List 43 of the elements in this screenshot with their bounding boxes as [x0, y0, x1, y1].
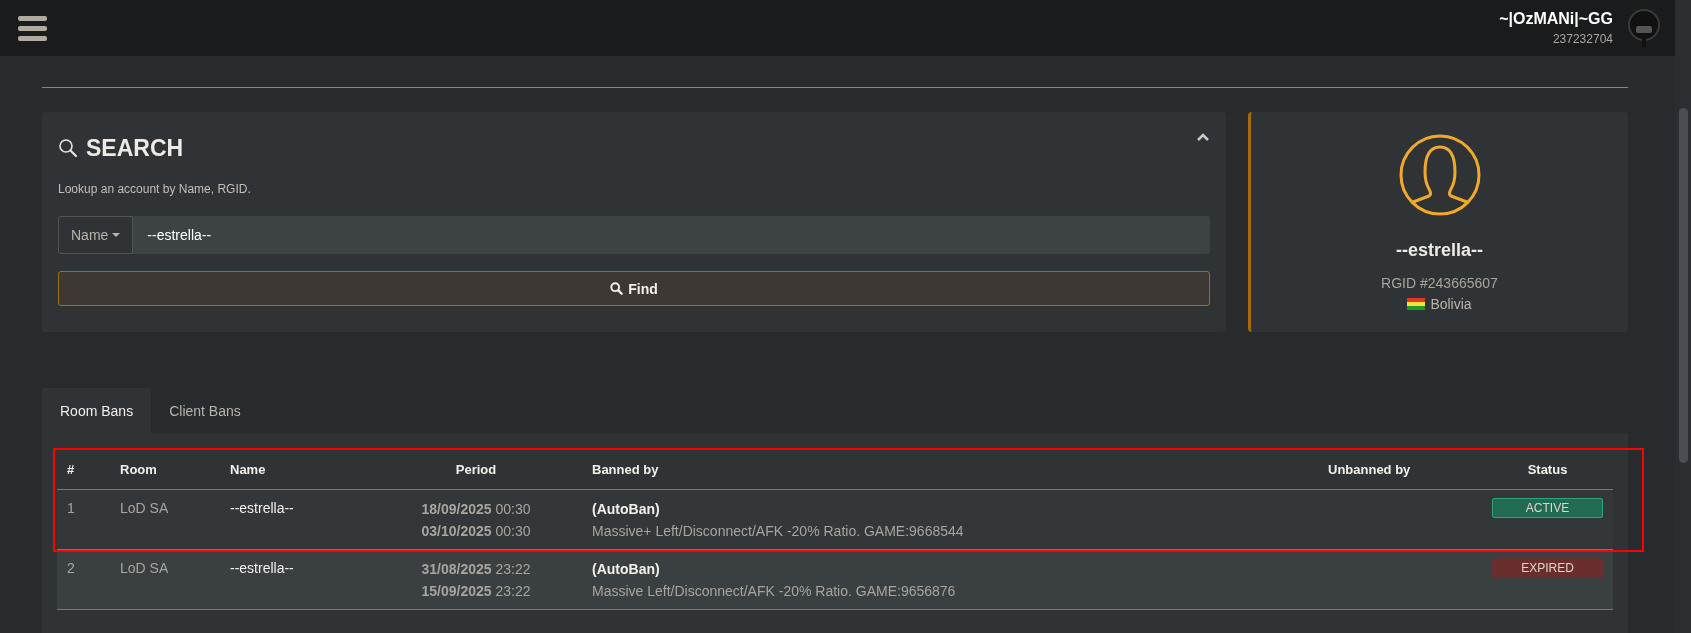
- room-cell-text: LoD SA: [119, 499, 170, 518]
- name-cell-text: --estrella--: [229, 499, 295, 518]
- column-header: Unbanned by: [1327, 462, 1412, 477]
- row-number: 1: [66, 499, 76, 518]
- room-cell-text: LoD SA: [119, 559, 170, 578]
- start-date: 31/08/2025 23:22: [421, 560, 531, 579]
- profile-rgid: RGID #243665607: [1381, 275, 1498, 291]
- column-header: Status: [1526, 462, 1569, 477]
- ban-reason: Massive+ Left/Disconnect/AFK -20% Ratio. GAME:9668544: [592, 522, 965, 541]
- start-date: 18/09/2025 00:30: [421, 500, 531, 519]
- search-field[interactable]: --estrella--: [133, 216, 1210, 254]
- end-date: 03/10/2025 00:30: [421, 522, 531, 541]
- end-date: 15/09/2025 23:22: [421, 582, 531, 601]
- search-icon: [58, 138, 78, 158]
- user-avatar-icon: [1398, 134, 1481, 216]
- banned-by: (AutoBan): [592, 560, 661, 579]
- column-header: #: [66, 462, 76, 477]
- username: ~|OzMANi|~GG: [1499, 10, 1613, 28]
- column-header: Banned by: [591, 462, 660, 477]
- status-badge: ACTIVE: [1492, 498, 1603, 518]
- ban-reason: Massive Left/Disconnect/AFK -20% Ratio. GAME:9656876: [592, 582, 957, 601]
- banned-by: (AutoBan): [592, 500, 661, 519]
- tab[interactable]: Client Bans: [151, 388, 259, 433]
- search-icon: [610, 282, 624, 295]
- column-header: Room: [119, 462, 158, 477]
- column-header: Period: [454, 462, 498, 477]
- profile-country: Bolivia: [1430, 296, 1472, 312]
- row-number: 2: [66, 559, 76, 578]
- search-type-dropdown[interactable]: Name: [58, 216, 134, 254]
- user-id: 237232704: [1552, 32, 1613, 46]
- find-button[interactable]: Find: [58, 271, 1210, 306]
- avatar-icon[interactable]: [1627, 8, 1661, 48]
- tab[interactable]: Room Bans: [42, 388, 152, 433]
- menu-button[interactable]: [18, 15, 47, 41]
- flag-icon: [1407, 298, 1426, 310]
- search-description: Lookup an account by Name, RGID.: [58, 182, 252, 196]
- name-cell-text: --estrella--: [229, 559, 295, 578]
- search-title: SEARCH: [86, 134, 184, 162]
- profile-name: --estrella--: [1396, 240, 1483, 261]
- scrollbar[interactable]: [1675, 0, 1691, 633]
- column-header: Name: [229, 462, 267, 477]
- caret-icon: [112, 232, 121, 238]
- status-badge: EXPIRED: [1492, 558, 1603, 578]
